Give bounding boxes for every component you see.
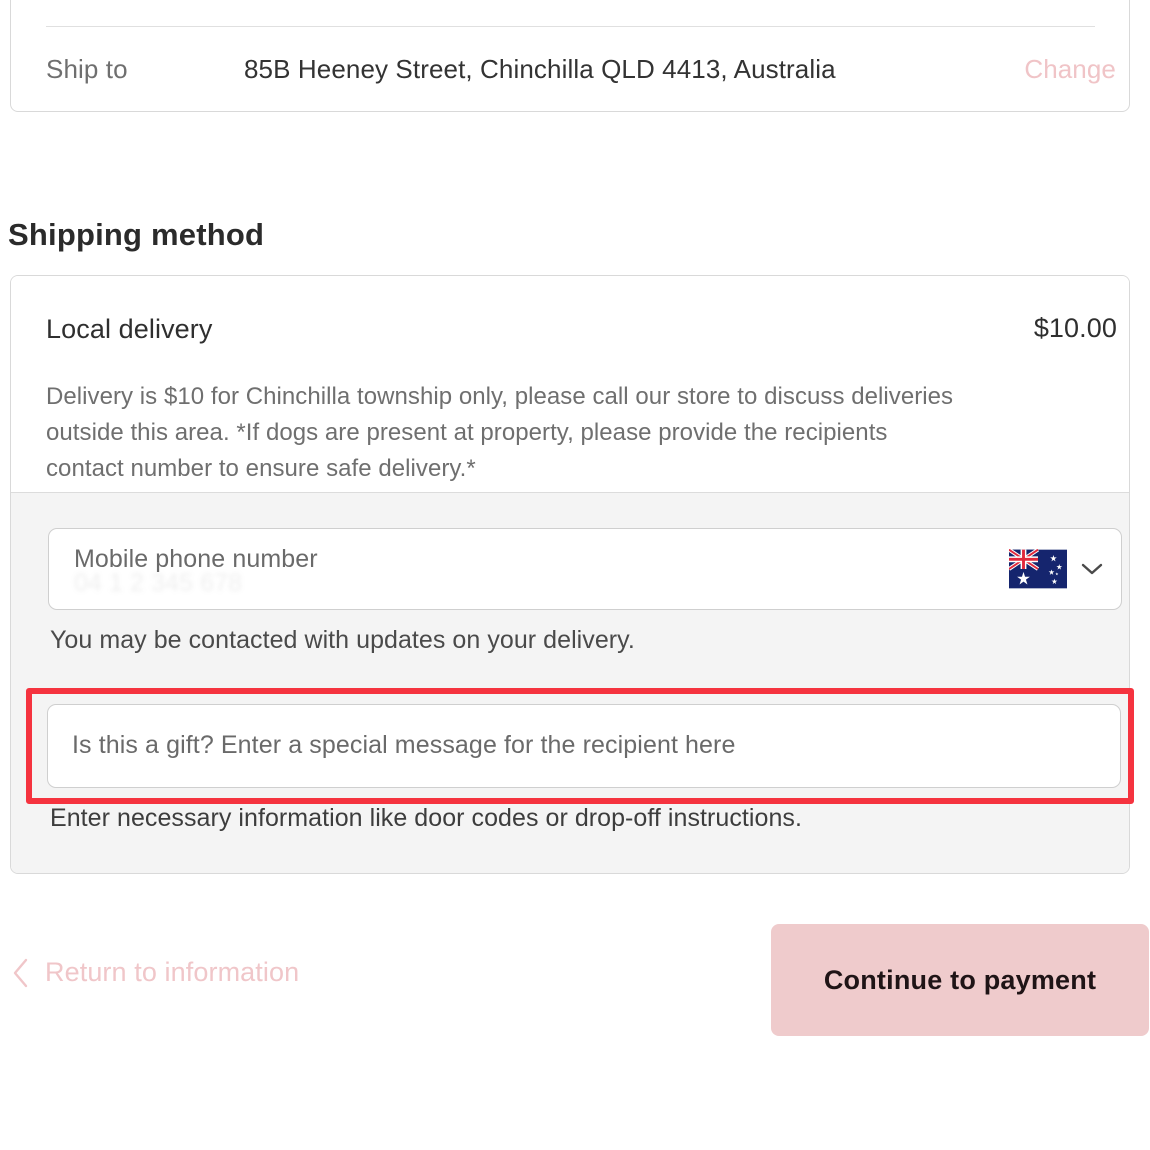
delivery-details-panel: Mobile phone number 04 1 2 345 678 You m…	[11, 493, 1129, 873]
ship-to-card: Ship to 85B Heeney Street, Chinchilla QL…	[10, 0, 1130, 112]
change-address-link[interactable]: Change	[1024, 54, 1116, 85]
delivery-instructions-help-text: Enter necessary information like door co…	[50, 804, 802, 832]
mobile-phone-help-text: You may be contacted with updates on you…	[50, 626, 635, 654]
page-title: Shipping method	[8, 216, 265, 252]
shipping-method-card: Local delivery $10.00 Delivery is $10 fo…	[10, 275, 1130, 874]
shipping-option-name: Local delivery	[46, 314, 213, 344]
delivery-instructions-input[interactable]: Is this a gift? Enter a special message …	[47, 704, 1121, 788]
delivery-instructions-placeholder: Is this a gift? Enter a special message …	[72, 731, 736, 759]
return-to-information-label: Return to information	[45, 957, 300, 987]
ship-to-address: 85B Heeney Street, Chinchilla QLD 4413, …	[244, 54, 836, 84]
ship-to-label: Ship to	[46, 54, 128, 84]
mobile-phone-ghost-text: 04 1 2 345 678	[74, 569, 243, 597]
shipping-option-description: Delivery is $10 for Chinchilla township …	[46, 383, 954, 482]
australia-flag-icon	[1009, 549, 1067, 589]
return-to-information-link[interactable]: Return to information	[12, 957, 299, 988]
shipping-option-local-delivery[interactable]: Local delivery $10.00 Delivery is $10 fo…	[11, 276, 1129, 493]
country-selector[interactable]	[1009, 529, 1103, 609]
continue-to-payment-button[interactable]: Continue to payment	[771, 924, 1149, 1036]
chevron-down-icon	[1081, 563, 1103, 575]
shipping-option-price: $10.00	[1033, 313, 1117, 343]
ship-to-row: Ship to 85B Heeney Street, Chinchilla QL…	[11, 27, 1129, 112]
chevron-left-icon	[13, 958, 28, 987]
mobile-phone-field[interactable]: Mobile phone number 04 1 2 345 678	[48, 528, 1122, 610]
